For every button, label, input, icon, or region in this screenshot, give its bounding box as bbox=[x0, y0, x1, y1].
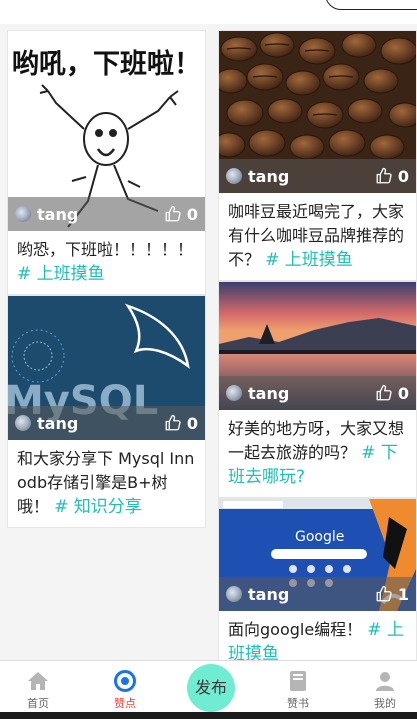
post-card[interactable]: MySQL tang 0 和大家分享下 Mysql Innodb存储引擎是B+树… bbox=[7, 295, 206, 528]
home-icon bbox=[28, 672, 48, 690]
thumbs-up-icon bbox=[165, 414, 181, 431]
like-button[interactable]: 0 bbox=[164, 414, 198, 433]
post-meta-bar: tang 0 bbox=[8, 197, 205, 231]
user-icon bbox=[376, 672, 394, 691]
home-indicator-bar bbox=[0, 712, 417, 719]
post-text: 好美的地方呀，大家又想一起去旅游的吗？ # 下班去哪玩? bbox=[219, 410, 416, 497]
meme-caption: 哟吼，下班啦！ bbox=[12, 48, 201, 80]
post-body: 哟恐，下班啦！！！！！ bbox=[17, 240, 194, 259]
top-pill bbox=[325, 0, 417, 10]
like-count: 1 bbox=[397, 584, 409, 604]
author-name[interactable]: tang bbox=[37, 414, 78, 433]
avatar[interactable] bbox=[226, 168, 242, 184]
author-name[interactable]: tang bbox=[248, 384, 289, 403]
post-meta-bar: tang 0 bbox=[8, 406, 205, 440]
post-image: tang 0 bbox=[219, 282, 416, 410]
like-count: 0 bbox=[397, 383, 409, 403]
author-name[interactable]: tang bbox=[37, 205, 78, 224]
post-body: 面向google编程！ bbox=[228, 620, 363, 639]
tab-zanshu[interactable]: 赞书 bbox=[263, 661, 333, 713]
google-logo: Google bbox=[295, 529, 344, 545]
tab-label: 我的 bbox=[374, 697, 396, 710]
post-image: 哟吼，下班啦！ tang 0 bbox=[8, 31, 205, 231]
thumbs-up-icon bbox=[376, 585, 392, 602]
post-meta-bar: tang 0 bbox=[219, 159, 416, 193]
like-count: 0 bbox=[186, 413, 198, 433]
thumbs-up-icon bbox=[376, 384, 392, 401]
like-button[interactable]: 0 bbox=[375, 167, 409, 186]
avatar[interactable] bbox=[226, 385, 242, 401]
tab-label: 首页 bbox=[27, 697, 49, 710]
avatar[interactable] bbox=[226, 586, 242, 602]
thumbs-up-icon bbox=[165, 205, 181, 222]
publish-button[interactable]: 发布 bbox=[187, 664, 235, 712]
post-image: tang 0 bbox=[219, 31, 416, 193]
avatar[interactable] bbox=[15, 415, 31, 431]
author-name[interactable]: tang bbox=[248, 167, 289, 186]
feed-column-right: tang 0 咖啡豆最近喝完了，大家有什么咖啡豆品牌推荐的不？ # 上班摸鱼 t… bbox=[218, 30, 417, 675]
post-text: 和大家分享下 Mysql Innodb存储引擎是B+树哦！ # 知识分享 bbox=[8, 440, 205, 527]
like-button[interactable]: 1 bbox=[375, 585, 409, 604]
post-text: 咖啡豆最近喝完了，大家有什么咖啡豆品牌推荐的不？ # 上班摸鱼 bbox=[219, 193, 416, 280]
like-button[interactable]: 0 bbox=[164, 205, 198, 224]
post-tag[interactable]: # 知识分享 bbox=[54, 497, 142, 517]
tab-zandian[interactable]: 赞点 bbox=[90, 661, 160, 713]
post-meta-bar: tang 0 bbox=[219, 376, 416, 410]
top-status-strip bbox=[0, 0, 417, 24]
like-button[interactable]: 0 bbox=[375, 384, 409, 403]
tab-home[interactable]: 首页 bbox=[3, 661, 73, 713]
post-tag[interactable]: # 上班摸鱼 bbox=[265, 250, 353, 270]
post-image: MySQL tang 0 bbox=[8, 296, 205, 440]
thumbs-up-icon bbox=[376, 167, 392, 184]
like-count: 0 bbox=[186, 204, 198, 224]
target-icon bbox=[114, 670, 136, 692]
tab-label: 赞点 bbox=[114, 697, 136, 710]
post-card[interactable]: 哟吼，下班啦！ tang 0 哟恐，下班啦！！！！！ # 上班摸鱼 bbox=[7, 30, 206, 295]
post-image: Google tang 1 bbox=[219, 499, 416, 611]
post-meta-bar: tang 1 bbox=[219, 577, 416, 611]
author-name[interactable]: tang bbox=[248, 585, 289, 604]
book-icon bbox=[290, 671, 306, 691]
post-feed[interactable]: 哟吼，下班啦！ tang 0 哟恐，下班啦！！！！！ # 上班摸鱼 MySQL … bbox=[0, 24, 417, 675]
avatar[interactable] bbox=[15, 206, 31, 222]
tab-label: 赞书 bbox=[287, 697, 309, 710]
like-count: 0 bbox=[397, 166, 409, 186]
tab-mine[interactable]: 我的 bbox=[350, 661, 417, 713]
post-card[interactable]: tang 0 好美的地方呀，大家又想一起去旅游的吗？ # 下班去哪玩? bbox=[218, 281, 417, 498]
post-text: 哟恐，下班啦！！！！！ # 上班摸鱼 bbox=[8, 231, 205, 294]
post-card[interactable]: Google tang 1 面向google编程！ # 上班摸鱼 bbox=[218, 498, 417, 675]
post-card[interactable]: tang 0 咖啡豆最近喝完了，大家有什么咖啡豆品牌推荐的不？ # 上班摸鱼 bbox=[218, 30, 417, 281]
feed-column-left: 哟吼，下班啦！ tang 0 哟恐，下班啦！！！！！ # 上班摸鱼 MySQL … bbox=[7, 30, 206, 528]
post-tag[interactable]: # 上班摸鱼 bbox=[17, 264, 105, 284]
